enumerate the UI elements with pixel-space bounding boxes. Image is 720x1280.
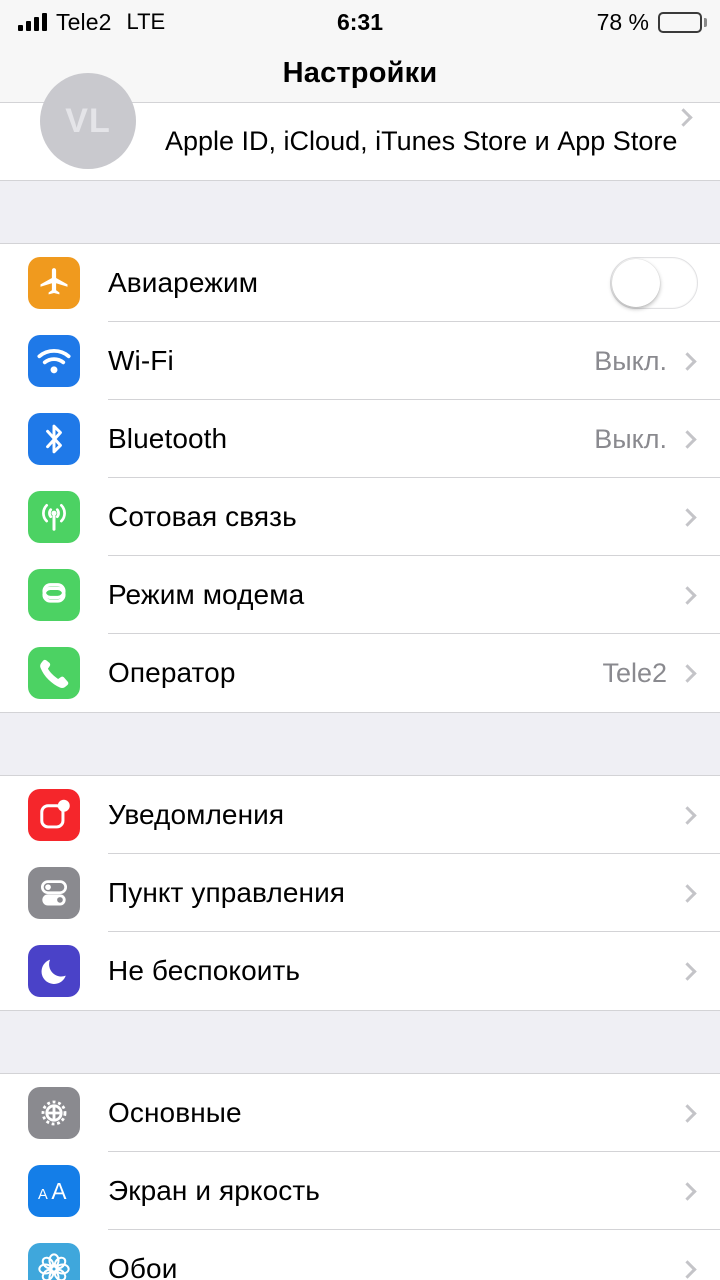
bluetooth-icon	[28, 413, 80, 465]
settings-row[interactable]: Сотовая связь	[0, 478, 720, 556]
settings-row-label: Уведомления	[108, 799, 285, 830]
settings-row[interactable]: Обои	[0, 1230, 720, 1280]
chevron-right-icon	[678, 429, 697, 449]
carrier-name: Tele2	[56, 8, 112, 35]
settings-row-label: Сотовая связь	[108, 501, 297, 532]
apple-id-subtitle: Apple ID, iCloud, iTunes Store и App Sto…	[165, 126, 678, 156]
settings-row-value: Выкл.	[594, 423, 667, 454]
svg-text:A: A	[51, 1178, 67, 1204]
settings-row-accessory	[678, 961, 698, 981]
chevron-right-icon	[678, 1259, 697, 1279]
settings-row-accessory	[678, 585, 698, 605]
battery-icon	[658, 11, 707, 33]
control-center-icon	[28, 867, 80, 919]
gear-icon	[28, 1087, 80, 1139]
chevron-right-icon	[678, 351, 697, 371]
status-bar: Tele2 LTE 6:31 78 %	[0, 0, 720, 44]
settings-row-value: Tele2	[602, 657, 667, 688]
settings-row-accessory	[678, 1181, 698, 1201]
settings-row-label: Wi-Fi	[108, 345, 174, 376]
settings-row[interactable]: Уведомления	[0, 776, 720, 854]
page-title: Настройки	[282, 56, 438, 89]
chevron-right-icon	[678, 805, 697, 825]
settings-row[interactable]: Режим модема	[0, 556, 720, 634]
settings-row-accessory: Выкл.	[594, 424, 698, 455]
settings-row[interactable]: Bluetooth Выкл.	[0, 400, 720, 478]
settings-group-2: Уведомления Пункт управления Не беспокоит…	[0, 775, 720, 1011]
settings-row-accessory	[678, 805, 698, 825]
settings-row-accessory: Выкл.	[594, 346, 698, 377]
settings-row[interactable]: Не беспокоить	[0, 932, 720, 1010]
settings-row-label: Оператор	[108, 657, 236, 688]
moon-icon	[28, 945, 80, 997]
signal-strength-icon	[18, 13, 47, 31]
wifi-icon	[28, 335, 80, 387]
settings-row-accessory	[678, 507, 698, 527]
phone-icon	[28, 647, 80, 699]
notifications-icon	[28, 789, 80, 841]
avatar: VL	[40, 73, 136, 169]
settings-row[interactable]: Wi-Fi Выкл.	[0, 322, 720, 400]
group-gap-3	[0, 1011, 720, 1073]
settings-row[interactable]: Основные	[0, 1074, 720, 1152]
chevron-right-icon	[674, 108, 693, 127]
settings-row-label: Bluetooth	[108, 423, 228, 454]
settings-row[interactable]: Оператор Tele2	[0, 634, 720, 712]
chevron-right-icon	[678, 663, 697, 683]
settings-row-accessory	[610, 257, 698, 309]
svg-text:A: A	[38, 1187, 48, 1203]
settings-row-label: Авиарежим	[108, 267, 259, 298]
apple-id-row[interactable]: VL Apple ID, iCloud, iTunes Store и App …	[0, 73, 720, 181]
antenna-icon	[28, 491, 80, 543]
settings-group-1: Авиарежим Wi-Fi Выкл. Bluetooth Выкл. Сотов…	[0, 243, 720, 713]
settings-row-label: Основные	[108, 1097, 242, 1128]
airplane-icon	[28, 257, 80, 309]
settings-screen: Tele2 LTE 6:31 78 % Настройки VL Apple I…	[0, 0, 720, 1280]
settings-row-label: Экран и яркость	[108, 1175, 320, 1206]
brightness-icon: A A	[28, 1165, 80, 1217]
chevron-right-icon	[678, 883, 697, 903]
chevron-right-icon	[678, 507, 697, 527]
chevron-right-icon	[678, 1181, 697, 1201]
settings-row-label: Обои	[108, 1253, 178, 1280]
chevron-right-icon	[678, 961, 697, 981]
settings-row-accessory	[678, 883, 698, 903]
settings-row[interactable]: A A Экран и яркость	[0, 1152, 720, 1230]
settings-group-3: Основные A A Экран и яркость Обои	[0, 1073, 720, 1280]
group-gap-1	[0, 181, 720, 243]
settings-row-accessory	[678, 1103, 698, 1123]
hotspot-icon	[28, 569, 80, 621]
group-gap-2	[0, 713, 720, 775]
airplane-mode-toggle[interactable]	[610, 257, 698, 309]
settings-row-label: Пункт управления	[108, 877, 346, 908]
battery-percent-label: 78 %	[596, 8, 649, 35]
settings-row[interactable]: Пункт управления	[0, 854, 720, 932]
settings-row-label: Режим модема	[108, 579, 305, 610]
settings-row-accessory	[678, 1259, 698, 1279]
chevron-right-icon	[678, 585, 697, 605]
network-type-label: LTE	[126, 9, 166, 34]
chevron-right-icon	[678, 1103, 697, 1123]
settings-row-label: Не беспокоить	[108, 955, 301, 986]
status-bar-right: 78 %	[596, 8, 707, 36]
settings-row-value: Выкл.	[594, 345, 667, 376]
settings-row[interactable]: Авиарежим	[0, 244, 720, 322]
wallpaper-icon	[28, 1243, 80, 1280]
status-bar-left: Tele2 LTE	[18, 9, 165, 36]
settings-row-accessory: Tele2	[602, 658, 698, 689]
